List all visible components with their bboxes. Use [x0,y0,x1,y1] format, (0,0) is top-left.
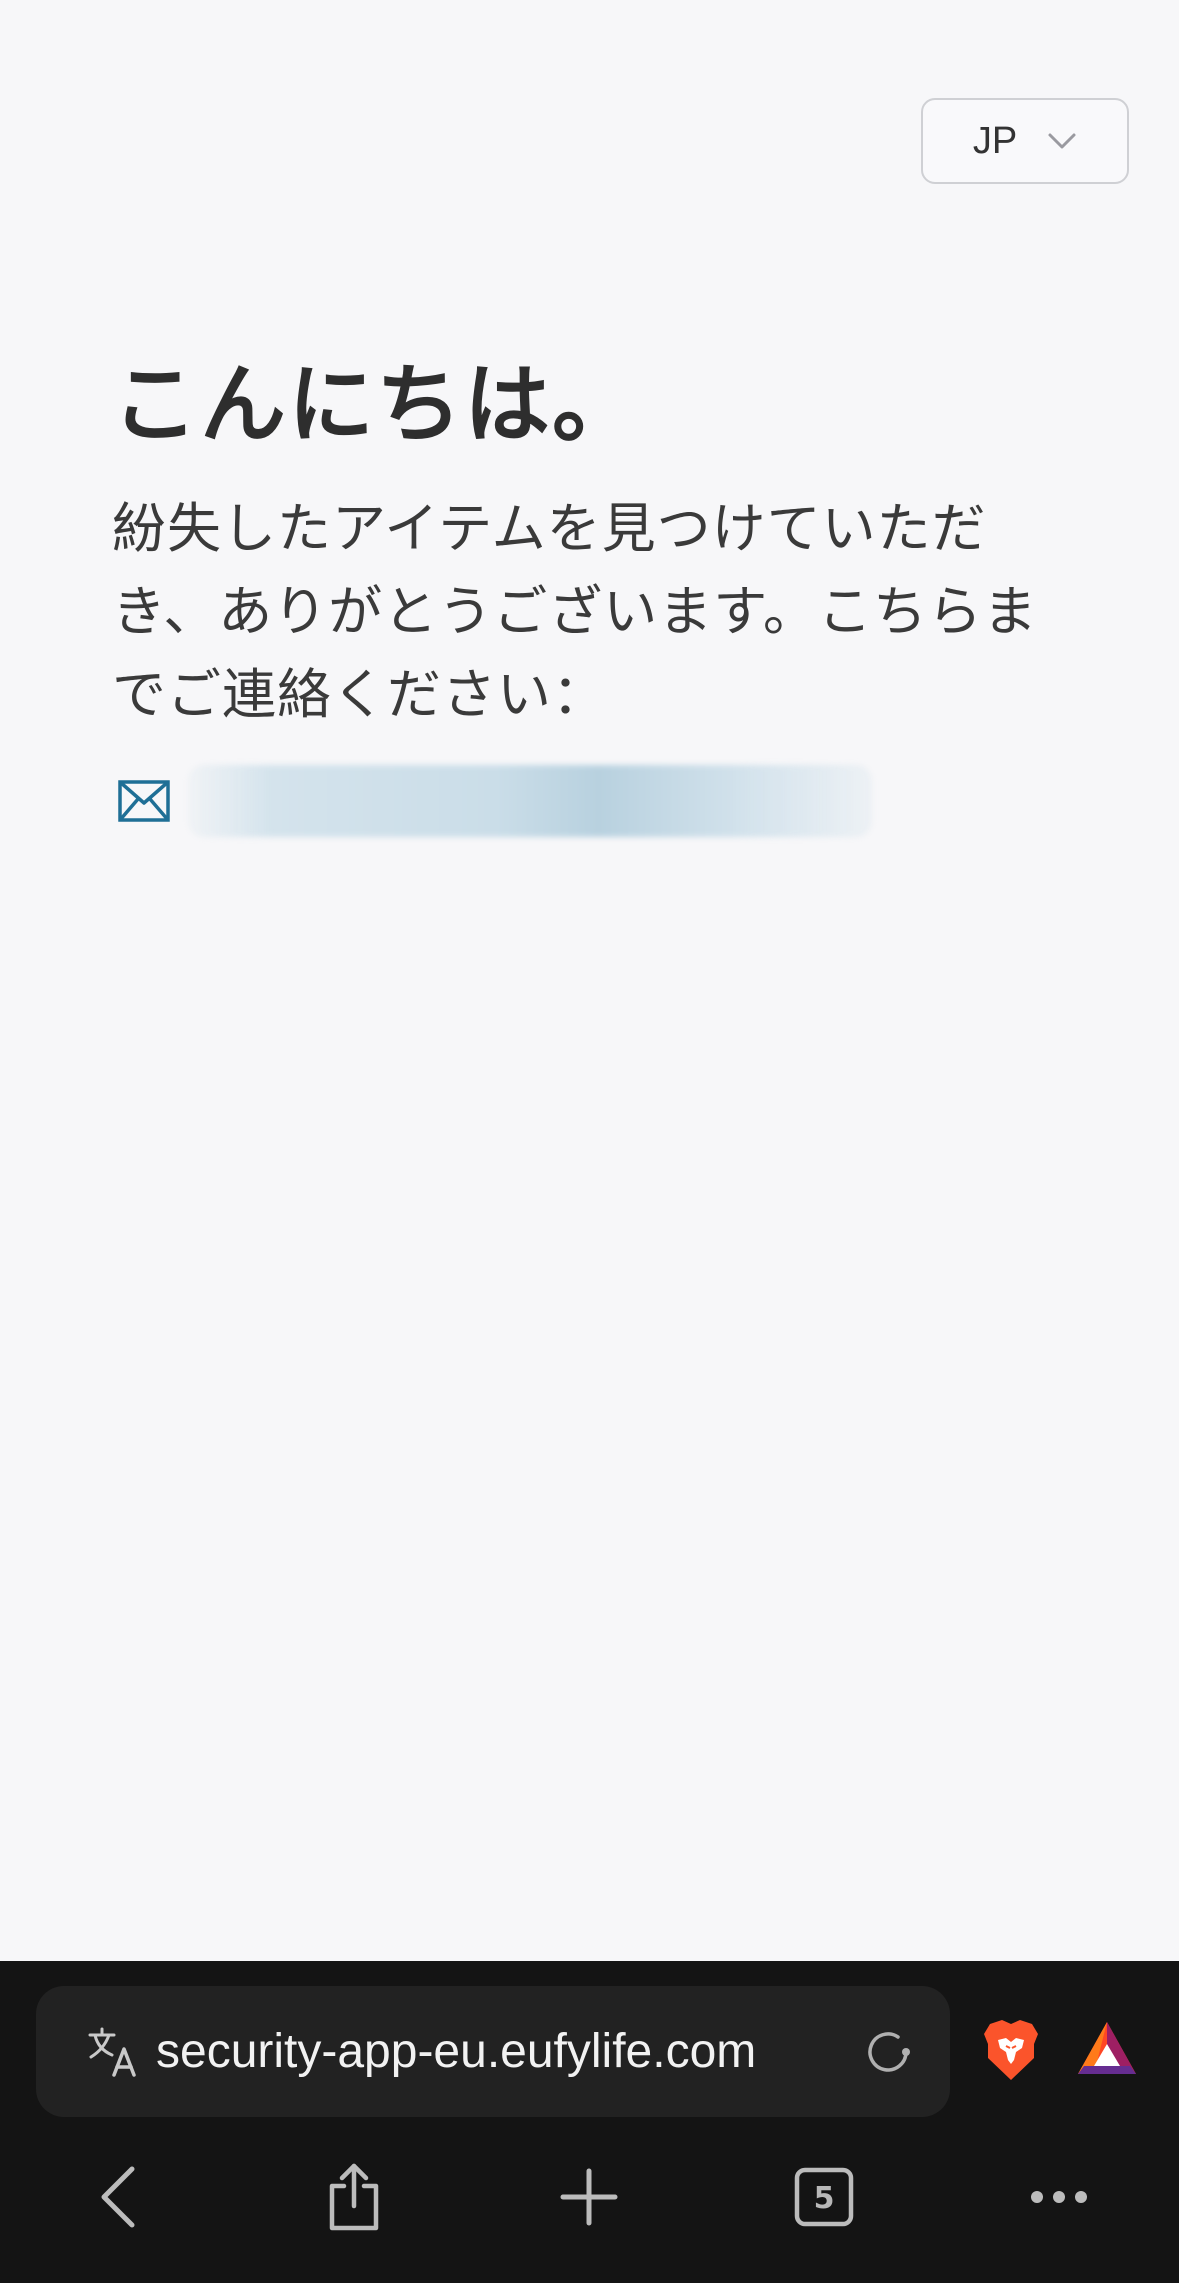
share-button[interactable] [294,2137,414,2257]
back-button[interactable] [58,2137,178,2257]
language-select[interactable]: JP [921,98,1129,184]
url-text: security-app-eu.eufylife.com [156,2025,757,2078]
share-icon [329,2163,379,2231]
address-bar[interactable]: security-app-eu.eufylife.com [36,1986,950,2117]
more-icon [1031,2191,1087,2203]
tabs-icon: 5 [794,2167,854,2227]
browser-toolbar: 5 [0,2137,1179,2283]
new-tab-button[interactable] [529,2137,649,2257]
main-content: こんにちは。 紛失したアイテムを見つけていただき、ありがとうございます。こちらま… [112,345,1072,838]
chevron-down-icon [1048,133,1076,149]
brave-shields-icon[interactable] [982,2018,1040,2082]
language-select-value: JP [972,119,1018,162]
mail-icon [118,780,170,822]
brave-rewards-icon[interactable] [1076,2020,1138,2076]
email-link-redacted[interactable] [188,765,872,837]
plus-icon [560,2168,618,2226]
reload-icon[interactable] [862,2026,914,2078]
tab-count: 5 [814,2181,835,2216]
greeting-heading: こんにちは。 [112,355,640,455]
browser-bottom-bar: security-app-eu.eufylife.com 5 [0,1961,1179,2283]
translate-icon[interactable] [86,2025,140,2079]
email-row [112,764,1072,838]
tabs-button[interactable]: 5 [764,2137,884,2257]
web-page: JP こんにちは。 紛失したアイテムを見つけていただき、ありがとうございます。こ… [0,0,1179,1961]
more-menu-button[interactable] [999,2137,1119,2257]
found-item-message: 紛失したアイテムを見つけていただき、ありがとうございます。こちらまでご連絡くださ… [112,497,1038,726]
chevron-left-icon [101,2166,135,2228]
